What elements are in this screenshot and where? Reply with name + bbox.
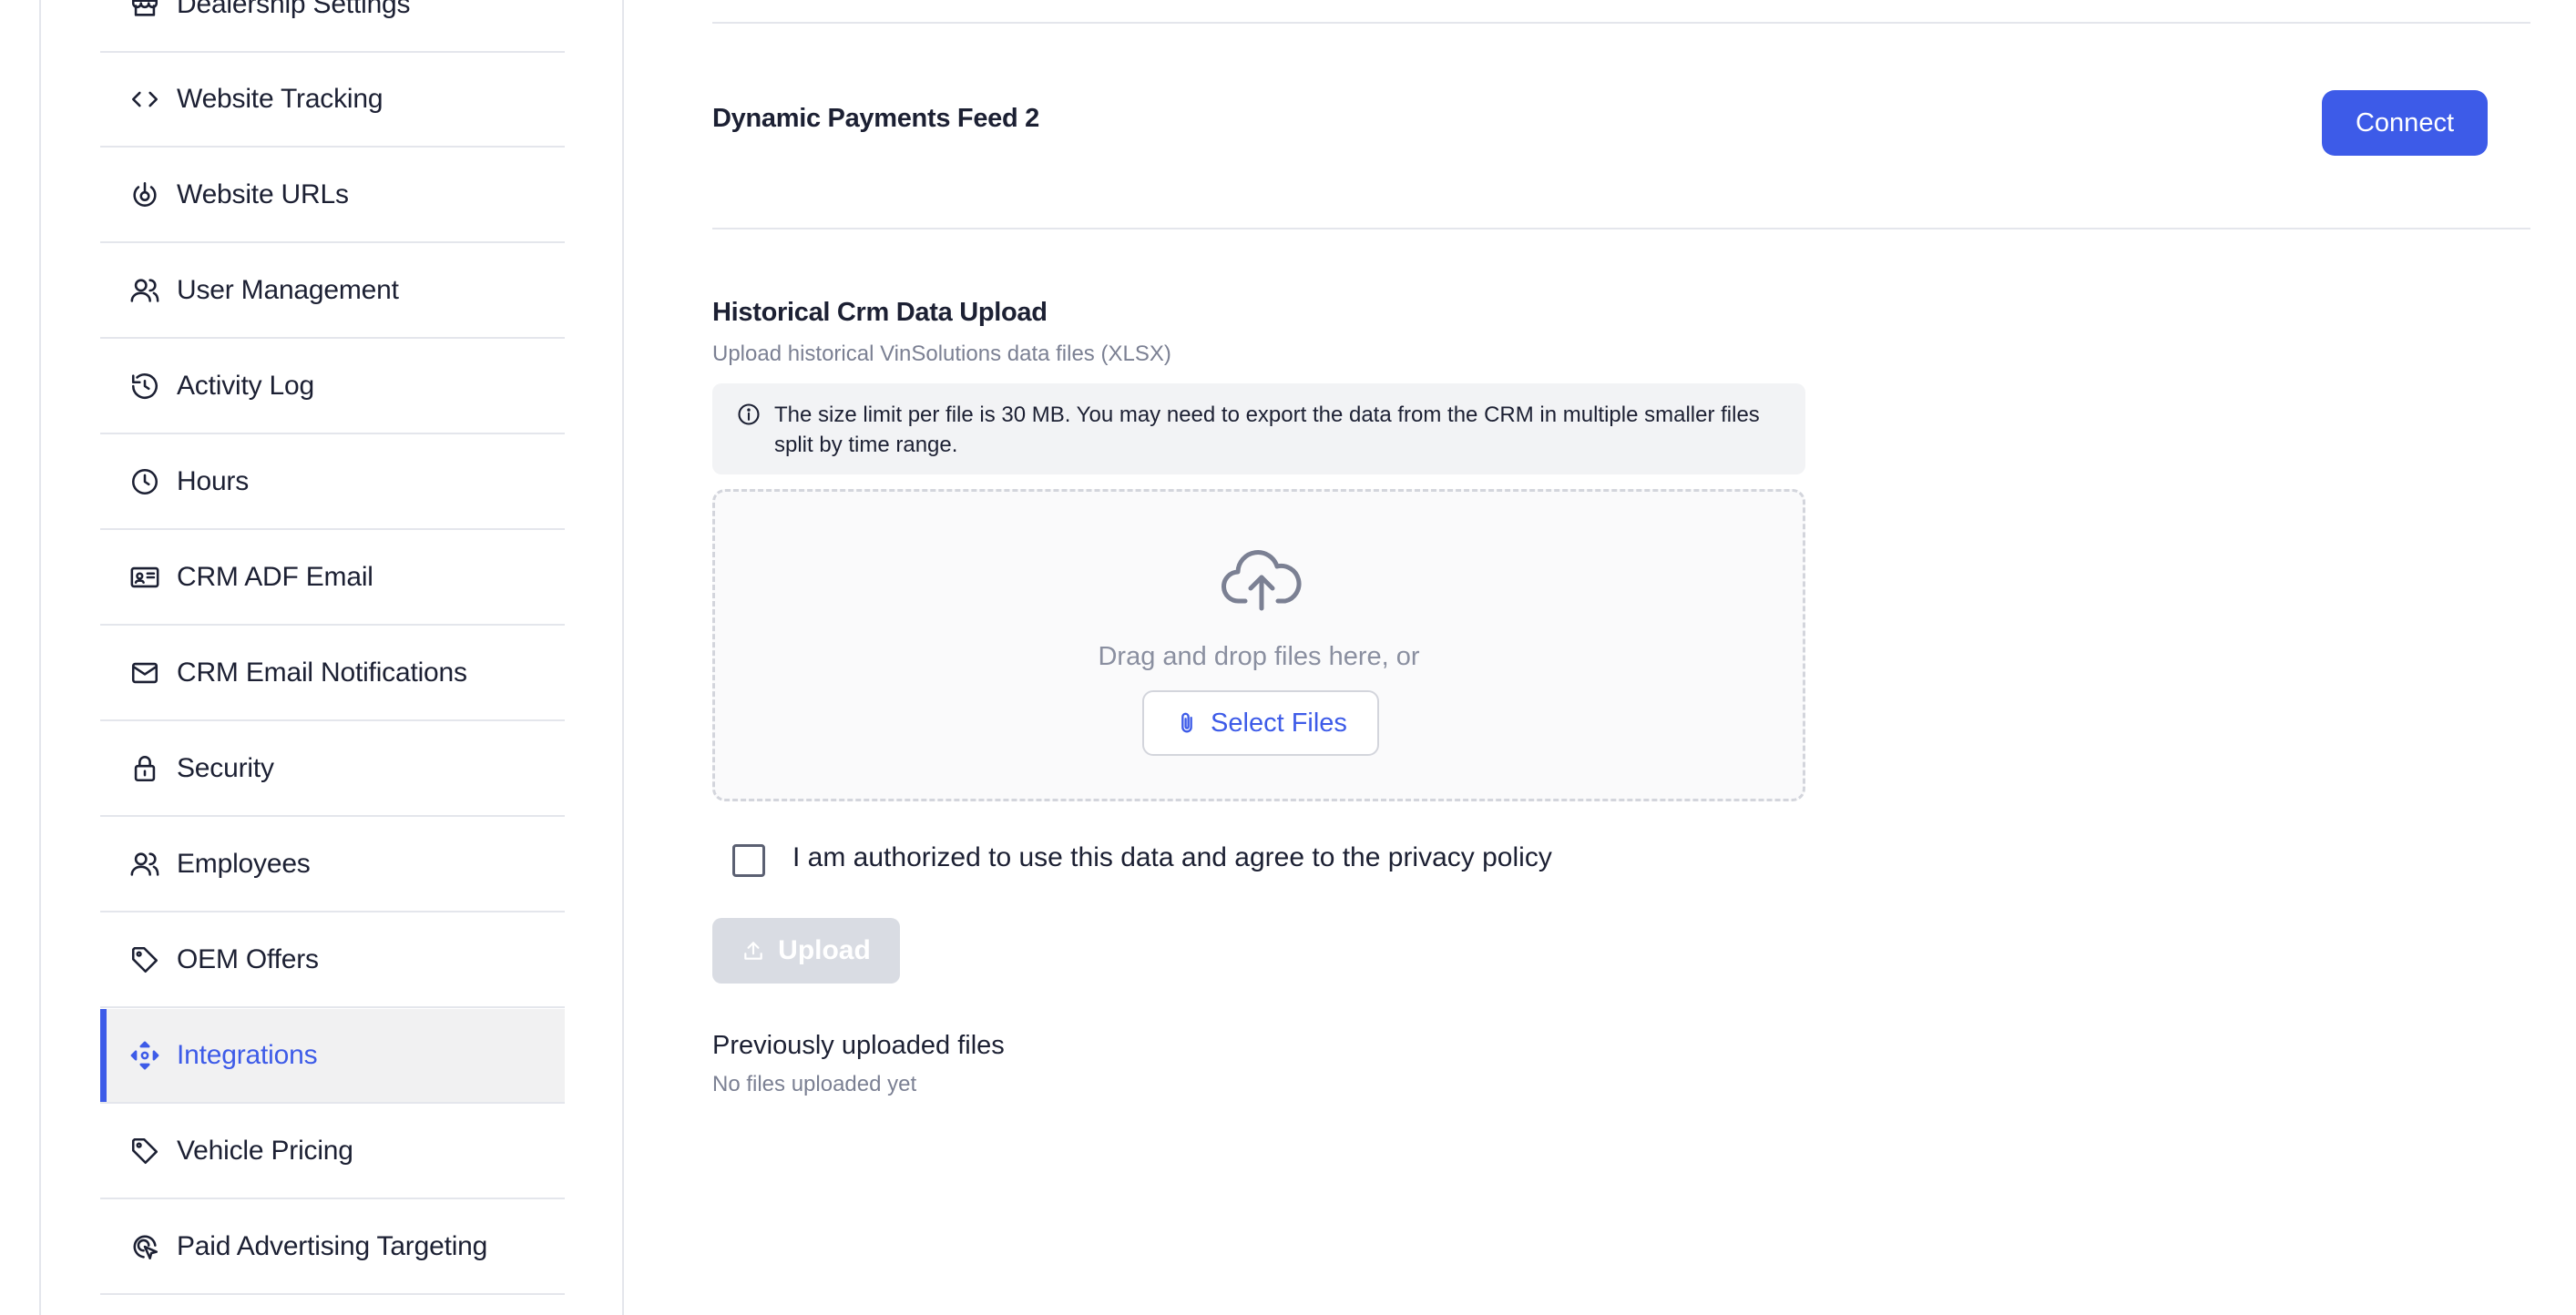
lock-icon: [129, 753, 160, 784]
sidebar-item-label: User Management: [177, 275, 399, 305]
code-icon: [129, 84, 160, 115]
sidebar-item-vehicle-pricing[interactable]: Vehicle Pricing: [100, 1105, 565, 1199]
sidebar-item-dealership-settings[interactable]: Dealership Settings: [100, 0, 565, 53]
sidebar-item-user-management[interactable]: User Management: [100, 244, 565, 339]
power-pointer-icon: [129, 179, 160, 210]
sidebar-item-paid-advertising-targeting[interactable]: Paid Advertising Targeting: [100, 1200, 565, 1295]
sidebar-item-hours[interactable]: Hours: [100, 435, 565, 530]
integrations-content: Dynamic Payments Feed 2 Connect Historic…: [712, 0, 2530, 1315]
sidebar-item-label: Paid Advertising Targeting: [177, 1231, 488, 1261]
sidebar-divider: [622, 0, 624, 1315]
target-icon: [129, 1231, 160, 1262]
move-arrows-icon: [129, 1040, 160, 1071]
paperclip-icon: [1174, 710, 1200, 736]
sidebar-item-label: Employees: [177, 849, 311, 879]
select-files-label: Select Files: [1211, 708, 1347, 738]
users-icon: [129, 849, 160, 880]
store-icon: [129, 0, 160, 20]
authorization-label[interactable]: I am authorized to use this data and agr…: [792, 842, 1552, 873]
sidebar-item-label: OEM Offers: [177, 944, 319, 974]
sidebar-item-employees[interactable]: Employees: [100, 818, 565, 912]
upload-button-label: Upload: [778, 935, 871, 965]
previous-files-empty-state: No files uploaded yet: [712, 1072, 917, 1096]
info-icon: [736, 402, 762, 427]
previous-files-title: Previously uploaded files: [712, 1031, 1005, 1060]
sidebar-item-crm-adf-email[interactable]: CRM ADF Email: [100, 531, 565, 626]
upload-button[interactable]: Upload: [712, 918, 900, 984]
clock-icon: [129, 466, 160, 497]
select-files-button[interactable]: Select Files: [1142, 690, 1379, 756]
sidebar-item-label: Vehicle Pricing: [177, 1136, 353, 1166]
cloud-upload-icon: [1221, 548, 1303, 614]
sidebar-item-security[interactable]: Security: [100, 722, 565, 817]
sidebar-item-oem-offers[interactable]: OEM Offers: [100, 913, 565, 1008]
sidebar-item-label: Website URLs: [177, 179, 349, 209]
mail-open-icon: [129, 658, 160, 688]
upload-icon: [741, 939, 765, 963]
sidebar-item-label: Hours: [177, 466, 250, 496]
tag-icon: [129, 1136, 160, 1167]
active-indicator: [100, 1009, 107, 1102]
info-text: The size limit per file is 30 MB. You ma…: [774, 403, 1760, 457]
upload-section-title: Historical Crm Data Upload: [712, 298, 1048, 327]
sidebar-item-label: Website Tracking: [177, 84, 383, 114]
drop-instructions: Drag and drop files here, or: [1098, 642, 1420, 671]
sidebar-item-label: Activity Log: [177, 371, 314, 401]
users-icon: [129, 275, 160, 306]
sidebar-item-label: Security: [177, 753, 274, 783]
sidebar-item-crm-email-notifications[interactable]: CRM Email Notifications: [100, 627, 565, 721]
sidebar-item-label: CRM Email Notifications: [177, 658, 467, 688]
file-size-info-box: The size limit per file is 30 MB. You ma…: [712, 383, 1805, 474]
section-divider: [712, 22, 2530, 24]
sidebar-item-website-urls[interactable]: Website URLs: [100, 148, 565, 243]
sidebar-item-website-tracking[interactable]: Website Tracking: [100, 53, 565, 148]
history-icon: [129, 371, 160, 402]
connect-button[interactable]: Connect: [2322, 90, 2488, 156]
sidebar-item-activity-log[interactable]: Activity Log: [100, 340, 565, 434]
section-divider: [712, 228, 2530, 229]
sidebar-item-integrations[interactable]: Integrations: [100, 1009, 565, 1104]
file-dropzone[interactable]: Drag and drop files here, or Select File…: [712, 489, 1805, 801]
sidebar-item-label: CRM ADF Email: [177, 562, 373, 592]
upload-section-subtitle: Upload historical VinSolutions data file…: [712, 341, 1171, 366]
id-card-icon: [129, 562, 160, 593]
feed-title: Dynamic Payments Feed 2: [712, 104, 1039, 133]
sidebar-item-label: Dealership Settings: [177, 0, 411, 19]
sidebar-item-label: Integrations: [177, 1040, 318, 1070]
tag-icon: [129, 944, 160, 975]
page-outer-border: [39, 0, 41, 1315]
authorization-checkbox[interactable]: [732, 844, 765, 877]
